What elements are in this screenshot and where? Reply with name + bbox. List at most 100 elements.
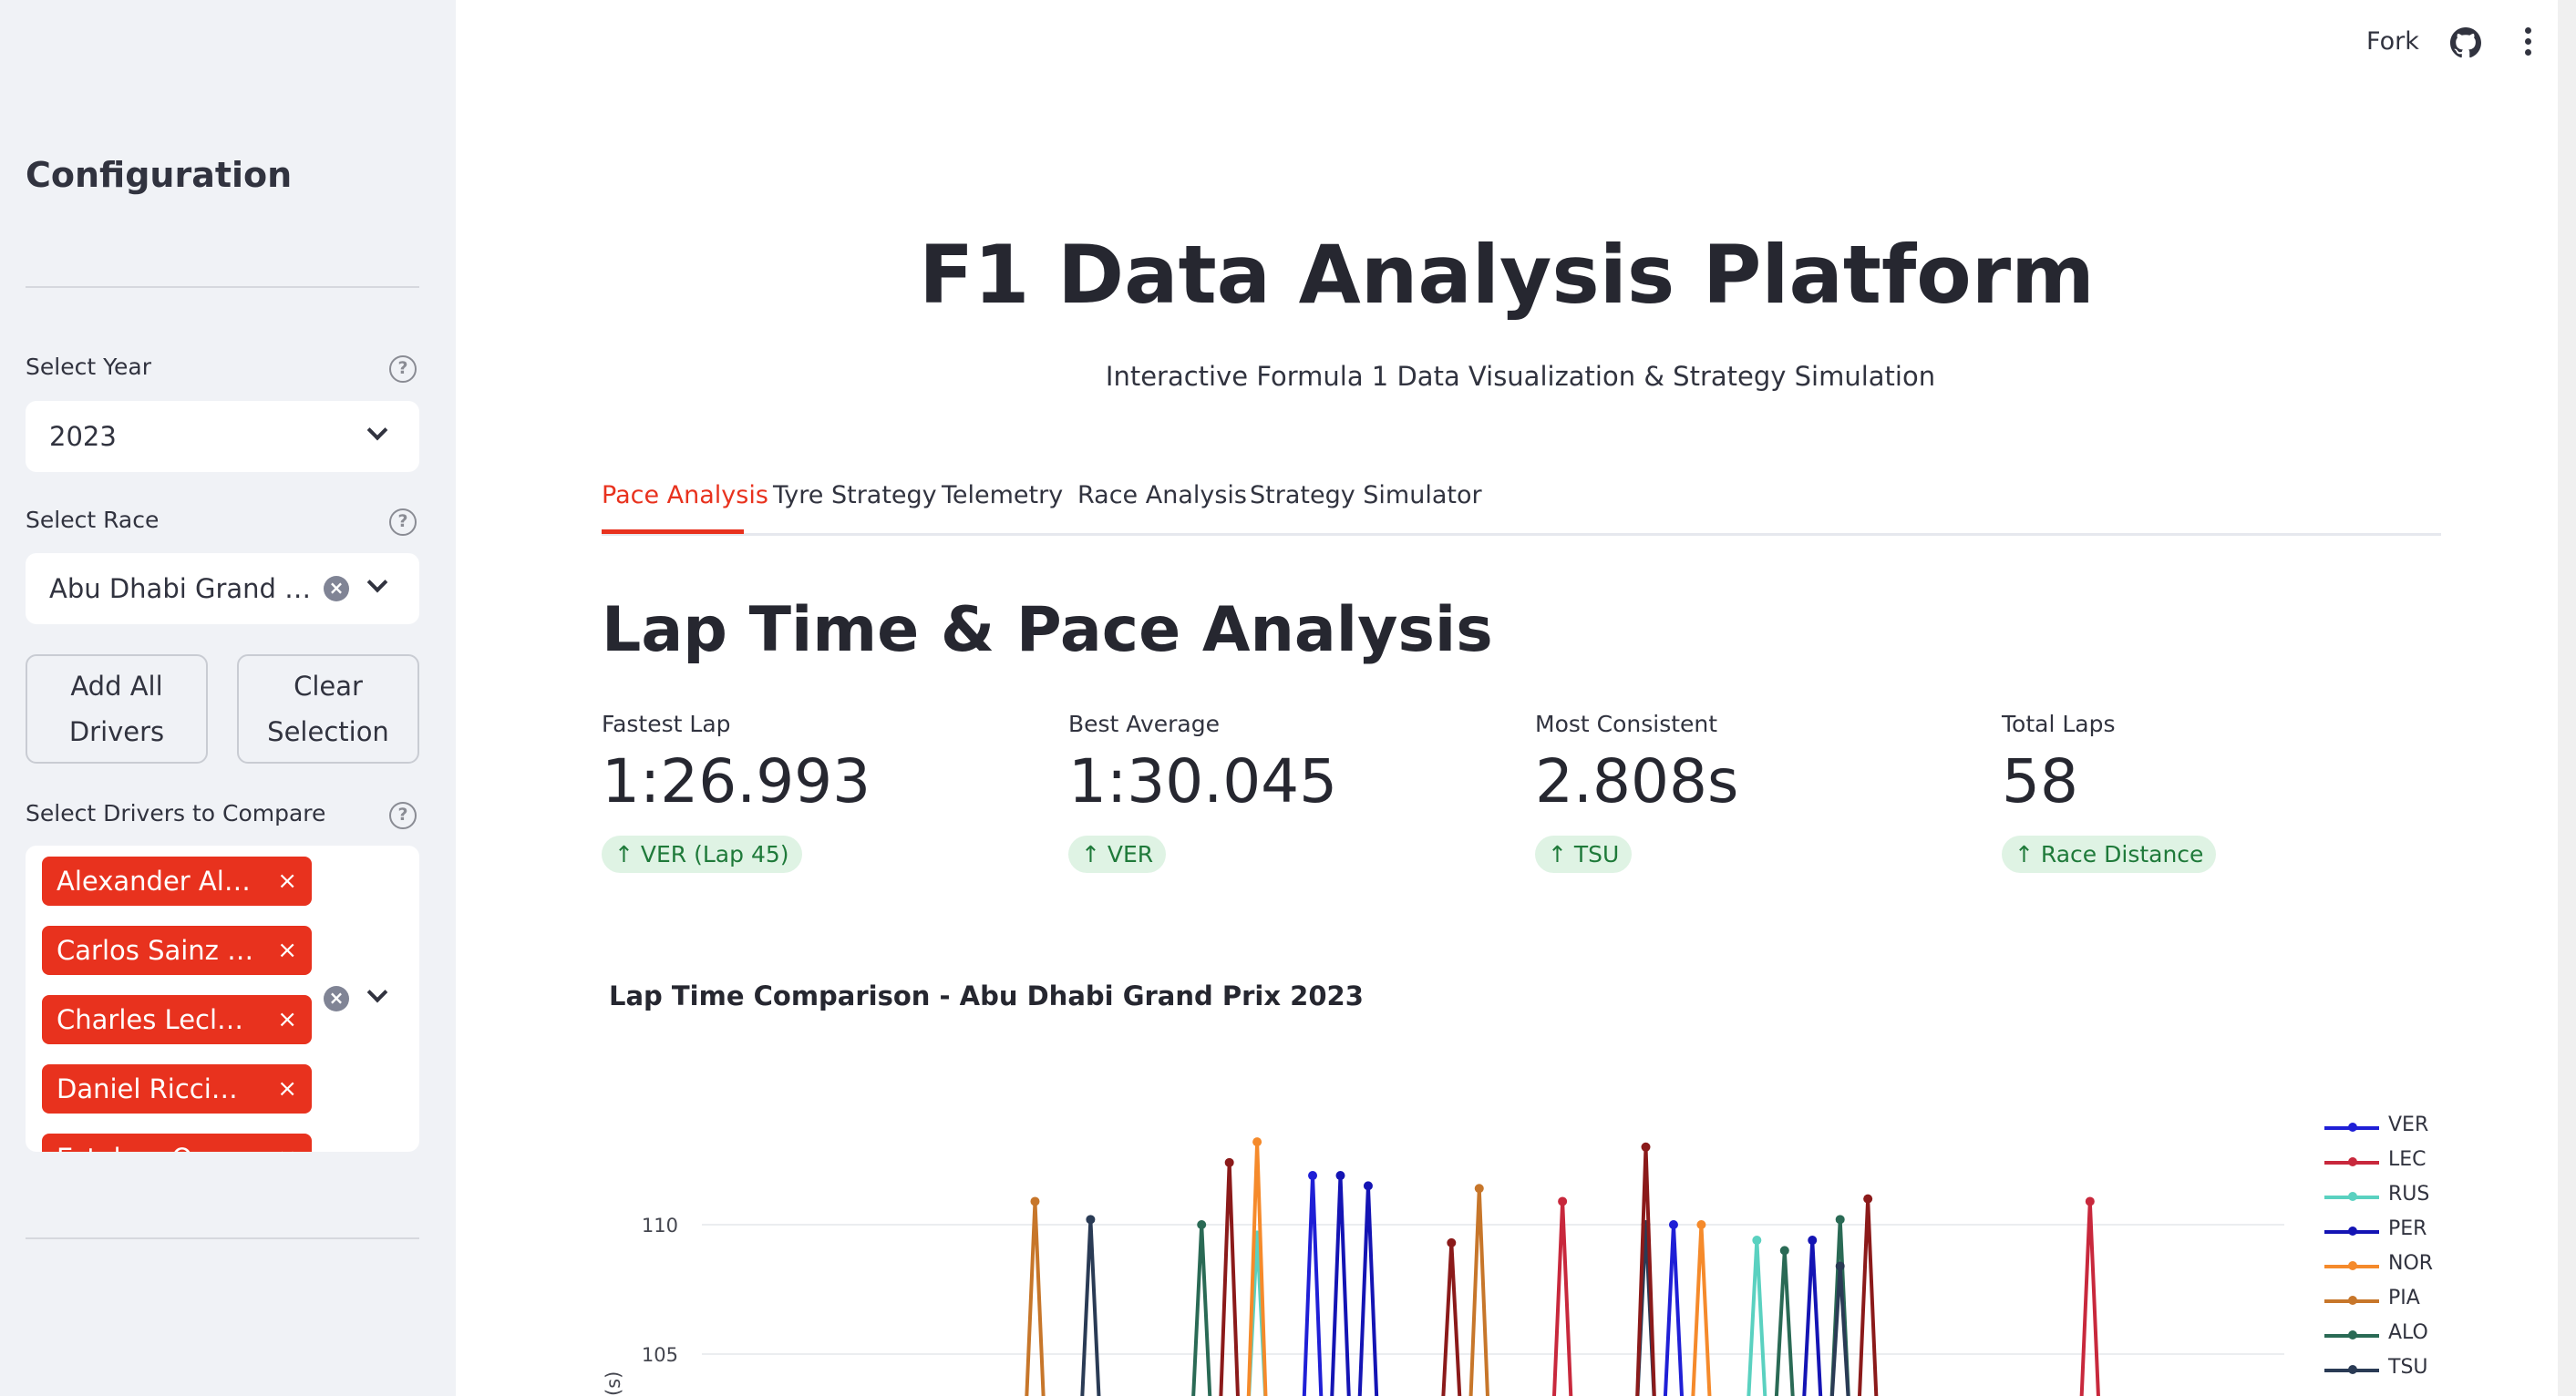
series-line-pia[interactable] [1025, 1201, 1046, 1396]
series-line-ham[interactable] [1858, 1198, 1879, 1396]
clear-icon[interactable]: × [324, 576, 349, 601]
data-point-per[interactable] [1335, 1171, 1345, 1181]
kebab-menu-icon[interactable] [2521, 27, 2534, 58]
data-point-ham[interactable] [1863, 1194, 1873, 1204]
data-point-per[interactable] [1363, 1181, 1373, 1191]
chart-title: Lap Time Comparison - Abu Dhabi Grand Pr… [609, 980, 1364, 1011]
driver-tag[interactable]: Charles Lecl… × [42, 995, 312, 1044]
tab-telemetry[interactable]: Telemetry [942, 481, 1063, 509]
data-point-ham[interactable] [1224, 1157, 1234, 1167]
tab-pace-analysis[interactable]: Pace Analysis [602, 481, 768, 509]
metric-delta-text: TSU [1573, 841, 1620, 867]
y-axis-label: (s) [603, 1371, 624, 1396]
help-icon[interactable]: ? [389, 508, 417, 536]
metric-value: 1:30.045 [1068, 746, 1338, 816]
series-line-per[interactable] [1330, 1175, 1351, 1396]
help-icon[interactable]: ? [389, 802, 417, 829]
series-line-nor[interactable] [1691, 1224, 1712, 1396]
data-point-alo[interactable] [1835, 1215, 1845, 1225]
clear-selection-button[interactable]: Clear Selection [237, 654, 419, 764]
legend-marker [2348, 1123, 2357, 1132]
series-line-tsu[interactable] [1080, 1219, 1101, 1396]
metric-delta-text: VER [1107, 841, 1154, 867]
series-line-per[interactable] [1357, 1186, 1379, 1396]
data-point-per[interactable] [1808, 1236, 1818, 1246]
legend-label: NOR [2388, 1252, 2434, 1275]
remove-icon[interactable]: × [277, 1064, 297, 1114]
legend-label: RUS [2388, 1183, 2430, 1206]
remove-icon[interactable]: × [277, 1134, 297, 1152]
driver-tag[interactable]: Carlos Sainz … × [42, 926, 312, 975]
drivers-label: Select Drivers to Compare [26, 800, 326, 826]
remove-icon[interactable]: × [277, 926, 297, 975]
data-point-pia[interactable] [1474, 1184, 1484, 1194]
series-line-ham[interactable] [1219, 1162, 1240, 1396]
y-tick-label: 105 [642, 1344, 678, 1366]
series-line-pia[interactable] [1468, 1188, 1489, 1396]
page-title: F1 Data Analysis Platform [919, 228, 2095, 322]
series-line-lec[interactable] [2079, 1201, 2100, 1396]
sidebar-divider [26, 1237, 419, 1239]
help-icon[interactable]: ? [389, 355, 417, 383]
chevron-down-icon [366, 571, 388, 593]
add-all-label-line2: Drivers [68, 716, 165, 747]
metric-best-average: Best Average 1:30.045 ↑ VER [1068, 711, 1337, 873]
series-line-per[interactable] [1802, 1239, 1823, 1396]
tab-race-analysis[interactable]: Race Analysis [1077, 481, 1247, 509]
series-line-ham[interactable] [1635, 1146, 1656, 1396]
metric-label: Most Consistent [1535, 711, 1718, 737]
legend-marker [2348, 1157, 2357, 1166]
driver-tag-label: Daniel Ricci… [57, 1073, 238, 1104]
driver-tag[interactable]: Daniel Ricci… × [42, 1064, 312, 1114]
race-select[interactable]: Abu Dhabi Grand … × [26, 553, 419, 624]
driver-tag[interactable]: Alexander Al… × [42, 857, 312, 906]
driver-tag-label: Charles Lecl… [57, 1004, 244, 1035]
y-tick-label: 110 [642, 1215, 678, 1237]
legend-label: LEC [2388, 1148, 2427, 1171]
data-point-pia[interactable] [1030, 1196, 1040, 1206]
sidebar: Configuration Select Year ? 2023 Select … [0, 0, 456, 1396]
data-point-alo[interactable] [1197, 1220, 1207, 1229]
data-point-lec[interactable] [2085, 1196, 2095, 1206]
tab-strategy-simulator[interactable]: Strategy Simulator [1250, 481, 1482, 509]
data-point-rus[interactable] [1752, 1236, 1762, 1246]
scrollbar[interactable] [2558, 0, 2576, 1396]
data-point-tsu[interactable] [1086, 1215, 1096, 1225]
data-point-alo[interactable] [1779, 1246, 1789, 1256]
data-point-lec[interactable] [1558, 1196, 1568, 1206]
metric-most-consistent: Most Consistent 2.808s ↑ TSU [1535, 711, 1738, 873]
data-point-nor[interactable] [1252, 1137, 1262, 1147]
series-line-rus[interactable] [1747, 1239, 1767, 1396]
driver-tag[interactable]: Esteban O… × [42, 1134, 312, 1152]
data-point-ham[interactable] [1641, 1142, 1651, 1152]
sidebar-title: Configuration [26, 155, 293, 195]
legend-label: TSU [2388, 1356, 2428, 1379]
fork-button[interactable]: Fork [2366, 27, 2419, 56]
series-line-alo[interactable] [1774, 1250, 1795, 1396]
series-line-alo[interactable] [1191, 1224, 1212, 1396]
year-value: 2023 [49, 421, 117, 452]
drivers-multiselect[interactable]: Alexander Al… × Carlos Sainz … × Charles… [26, 846, 419, 1152]
clear-icon[interactable]: × [324, 986, 349, 1011]
github-icon[interactable] [2450, 27, 2481, 58]
data-point-ver[interactable] [1668, 1220, 1678, 1229]
year-select[interactable]: 2023 [26, 401, 419, 472]
remove-icon[interactable]: × [277, 857, 297, 906]
lap-time-chart[interactable]: 110 105 (s) [592, 1039, 2306, 1396]
arrow-up-icon: ↑ [2014, 841, 2041, 867]
add-all-label-line1: Add All [70, 671, 163, 702]
series-line-ver[interactable] [1302, 1175, 1324, 1396]
tab-tyre-strategy[interactable]: Tyre Strategy [773, 481, 937, 509]
series-line-lec[interactable] [1551, 1201, 1573, 1396]
data-point-nor[interactable] [1696, 1220, 1706, 1229]
metric-delta: ↑ VER [1068, 836, 1167, 873]
metric-delta: ↑ Race Distance [2002, 836, 2217, 873]
data-point-tsu[interactable] [1835, 1261, 1845, 1271]
data-point-ver[interactable] [1308, 1171, 1318, 1181]
series-line-ver[interactable] [1663, 1224, 1685, 1396]
clear-label-line1: Clear [294, 671, 363, 702]
remove-icon[interactable]: × [277, 995, 297, 1044]
data-point-ham[interactable] [1447, 1237, 1457, 1247]
add-all-drivers-button[interactable]: Add All Drivers [26, 654, 208, 764]
series-line-ham[interactable] [1441, 1242, 1462, 1396]
